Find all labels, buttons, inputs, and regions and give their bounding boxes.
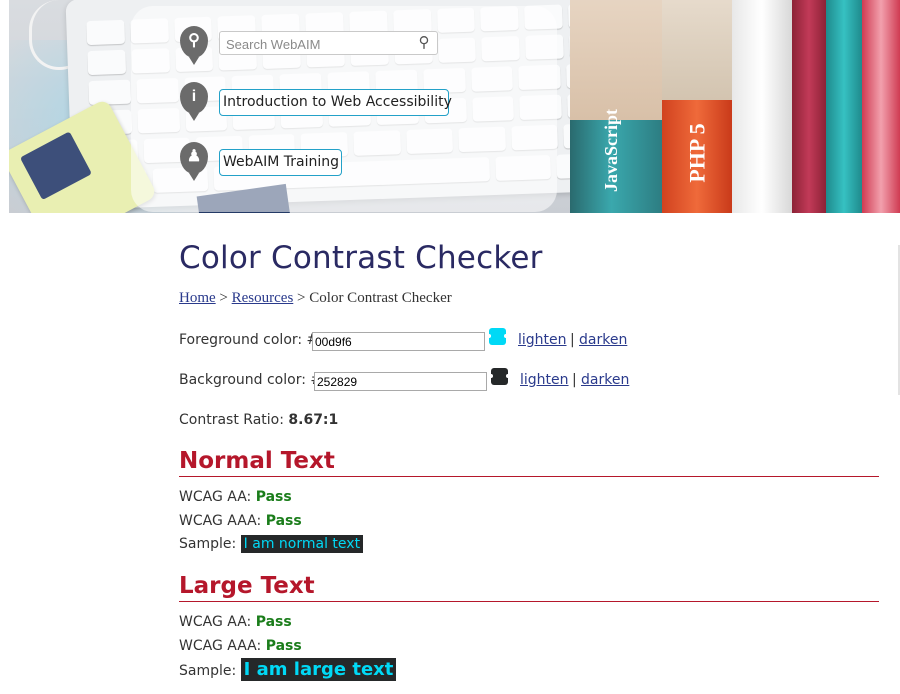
large-aa-pass-badge: Pass [255, 614, 292, 630]
large-sample: Sample: I am large text [179, 658, 397, 681]
normal-sample-label: Sample: [179, 536, 237, 552]
breadcrumb-resources-link[interactable]: Resources [232, 290, 294, 306]
large-sample-label: Sample: [179, 663, 237, 679]
normal-aa-label: WCAG AA: [179, 489, 252, 505]
breadcrumb-home-link[interactable]: Home [179, 290, 216, 306]
foreground-darken-link[interactable]: darken [579, 332, 627, 348]
book-spine-javascript: JavaScript [601, 109, 621, 192]
normal-aaa-pass-badge: Pass [265, 513, 302, 529]
foreground-divider: | [570, 332, 575, 348]
contrast-ratio-label: Contrast Ratio: [179, 412, 284, 428]
large-aa-result: WCAG AA: Pass [179, 614, 292, 630]
contrast-ratio: Contrast Ratio: 8.67:1 [179, 412, 338, 428]
contrast-ratio-value: 8.67:1 [288, 412, 339, 428]
normal-aa-pass-badge: Pass [255, 489, 292, 505]
normal-aaa-label: WCAG AAA: [179, 513, 262, 529]
normal-sample: Sample: I am normal text [179, 535, 364, 553]
large-text-heading: Large Text [179, 573, 879, 602]
large-aaa-pass-badge: Pass [265, 638, 302, 654]
breadcrumb-current: Color Contrast Checker [309, 290, 452, 306]
normal-aa-result: WCAG AA: Pass [179, 489, 292, 505]
foreground-color-picker[interactable] [487, 328, 508, 345]
foreground-label: Foreground color: # [179, 332, 319, 348]
large-aaa-result: WCAG AAA: Pass [179, 638, 302, 654]
large-sample-text: I am large text [240, 658, 397, 681]
background-lighten-link[interactable]: lighten [520, 372, 569, 388]
large-aa-label: WCAG AA: [179, 614, 252, 630]
breadcrumb: Home > Resources > Color Contrast Checke… [179, 290, 452, 307]
foreground-lighten-link[interactable]: lighten [518, 332, 567, 348]
large-aaa-label: WCAG AAA: [179, 638, 262, 654]
foreground-hex-input[interactable]: 00d9f6 [312, 332, 485, 351]
banner-books-image: JavaScript PHP 5 [570, 0, 900, 213]
background-label: Background color: # [179, 372, 323, 388]
background-color-picker[interactable] [489, 368, 510, 385]
normal-text-heading: Normal Text [179, 448, 879, 477]
background-divider: | [572, 372, 577, 388]
background-darken-link[interactable]: darken [581, 372, 629, 388]
nav-link-intro[interactable]: Introduction to Web Accessibility [219, 89, 452, 116]
search-button-icon[interactable]: ⚲ [414, 33, 434, 53]
breadcrumb-separator: > [219, 290, 228, 306]
nav-link-training[interactable]: WebAIM Training [219, 149, 342, 176]
book-spine-php: PHP 5 [684, 123, 710, 183]
page-title: Color Contrast Checker [179, 240, 543, 276]
breadcrumb-separator: > [297, 290, 306, 306]
normal-sample-text: I am normal text [240, 535, 364, 553]
background-hex-input[interactable]: 252829 [314, 372, 487, 391]
normal-aaa-result: WCAG AAA: Pass [179, 513, 302, 529]
search-input[interactable]: Search WebAIM [219, 31, 438, 55]
